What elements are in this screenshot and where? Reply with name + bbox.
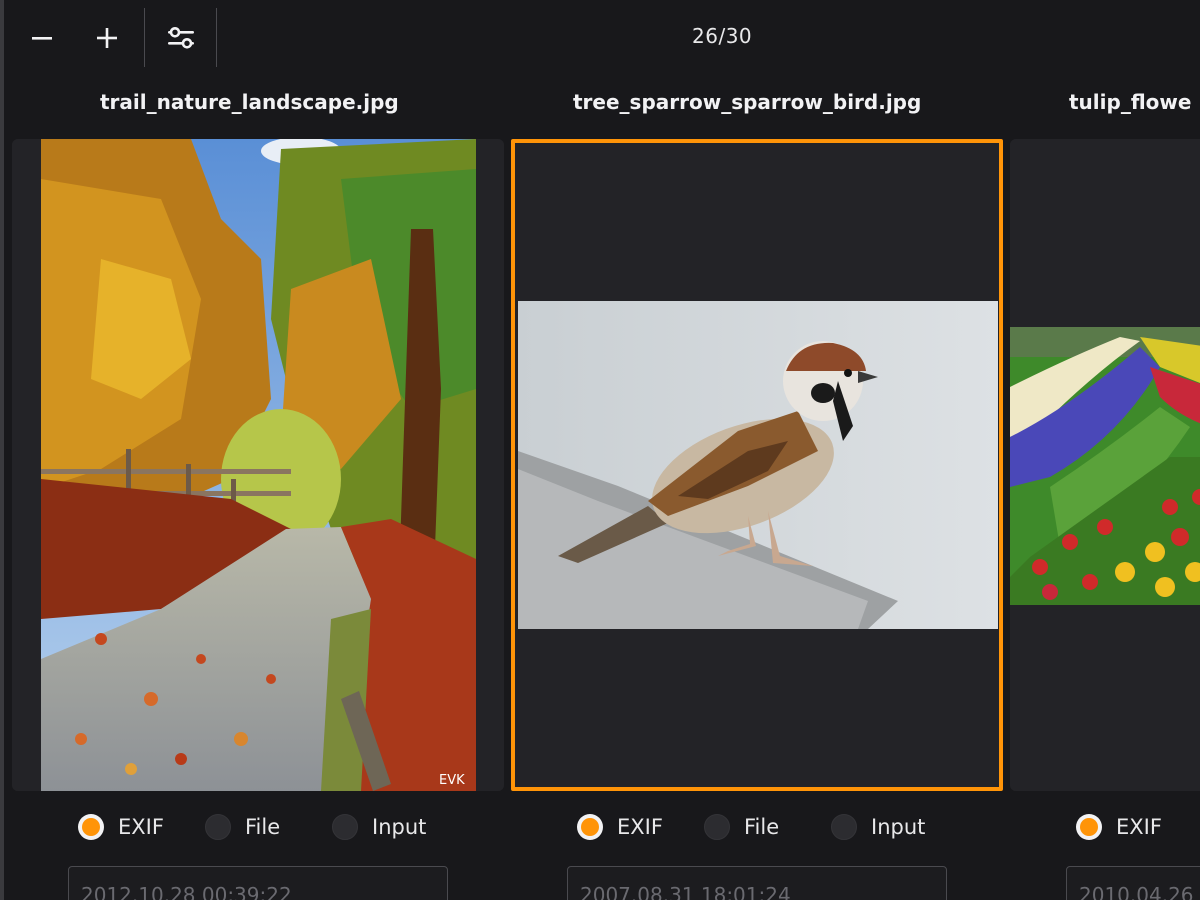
- radio-button[interactable]: [205, 814, 231, 840]
- image-card[interactable]: [1010, 139, 1200, 791]
- radio-file[interactable]: File: [704, 814, 779, 840]
- radio-button-selected[interactable]: [577, 814, 603, 840]
- radio-label: Input: [871, 815, 926, 839]
- sparrow-photo: [515, 143, 999, 787]
- radio-button-selected[interactable]: [78, 814, 104, 840]
- radio-input[interactable]: Input: [332, 814, 426, 840]
- date-field[interactable]: 2010.04.26: [1066, 866, 1200, 900]
- radio-button[interactable]: [332, 814, 358, 840]
- tulips-photo: [1010, 139, 1200, 791]
- filename-title: trail_nature_landscape.jpg: [100, 90, 399, 114]
- filename-title: tree_sparrow_sparrow_bird.jpg: [573, 90, 922, 114]
- radio-label: EXIF: [118, 815, 164, 839]
- window-edge: [0, 0, 4, 900]
- landscape-photo: EVK: [12, 139, 504, 791]
- photo-watermark: EVK: [439, 773, 465, 788]
- settings-button[interactable]: [151, 10, 211, 66]
- image-counter: 26/30: [692, 24, 753, 48]
- radio-button[interactable]: [831, 814, 857, 840]
- radio-label: Input: [372, 815, 427, 839]
- radio-button-selected[interactable]: [1076, 814, 1102, 840]
- radio-label: EXIF: [1116, 815, 1162, 839]
- radio-exif[interactable]: EXIF: [577, 814, 663, 840]
- radio-label: EXIF: [617, 815, 663, 839]
- radio-label: File: [744, 815, 780, 839]
- image-column: tulip_flowe EXIF 2010.04.26: [1010, 76, 1200, 900]
- date-source-radio-group: EXIF File Input: [510, 814, 1010, 844]
- date-source-radio-group: EXIF: [1010, 814, 1200, 844]
- zoom-out-button[interactable]: [12, 10, 72, 66]
- minus-icon: [32, 37, 52, 40]
- radio-label: File: [245, 815, 281, 839]
- radio-exif[interactable]: EXIF: [78, 814, 164, 840]
- filename-title: tulip_flowe: [1069, 90, 1192, 114]
- sliders-icon: [168, 27, 194, 49]
- zoom-in-button[interactable]: [77, 10, 137, 66]
- radio-input[interactable]: Input: [831, 814, 925, 840]
- date-source-radio-group: EXIF File Input: [0, 814, 510, 844]
- date-field[interactable]: 2007.08.31 18:01:24: [567, 866, 947, 900]
- plus-icon: [97, 28, 117, 48]
- radio-file[interactable]: File: [205, 814, 280, 840]
- image-card[interactable]: EVK: [12, 139, 504, 791]
- toolbar-separator: [216, 8, 217, 67]
- radio-exif[interactable]: EXIF: [1076, 814, 1162, 840]
- image-card-selected[interactable]: [511, 139, 1003, 791]
- toolbar: 26/30: [4, 0, 1200, 76]
- toolbar-separator: [144, 8, 145, 67]
- radio-button[interactable]: [704, 814, 730, 840]
- date-field[interactable]: 2012.10.28 00:39:22: [68, 866, 448, 900]
